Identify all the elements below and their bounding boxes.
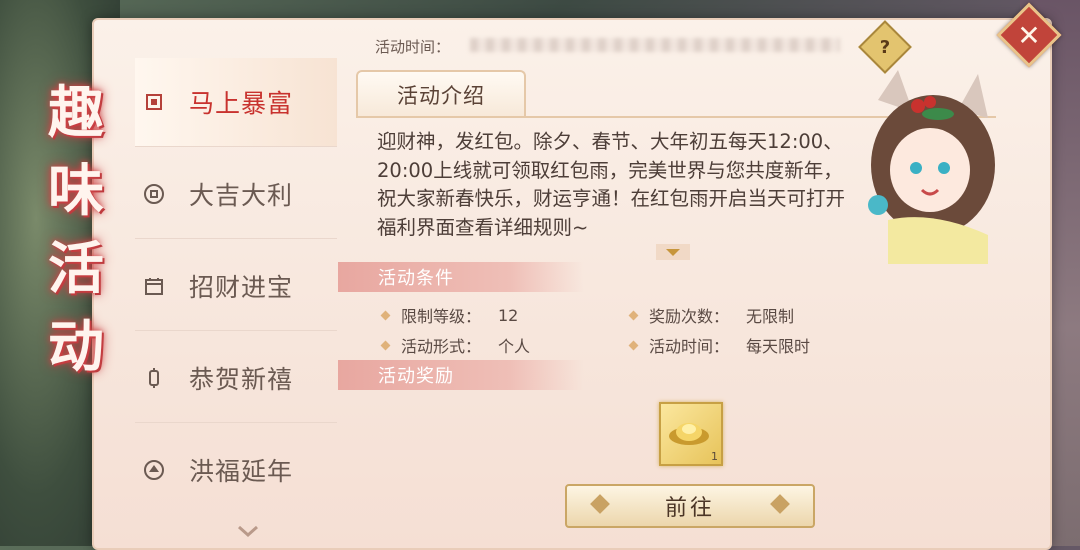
sidebar-item-mashangbaofu[interactable]: 马上暴富 — [135, 58, 337, 147]
sidebar-item-label: 马上暴富 — [189, 89, 294, 118]
activity-description: 迎财神，发红包。除夕、春节、大年初五每天12:00、20:00上线就可领取红包雨… — [377, 130, 846, 239]
medal-icon — [143, 459, 165, 481]
activity-time-label: 活动时间： — [375, 38, 451, 56]
title-char: 味 — [48, 158, 104, 224]
title-char: 动 — [48, 314, 104, 380]
condition-value: 12 — [498, 305, 519, 325]
mascot-character-illustration — [838, 70, 1048, 264]
condition-key: 限制等级： — [401, 307, 482, 326]
sidebar: 马上暴富 大吉大利 招财进宝 恭贺新禧 洪福延年 — [135, 58, 337, 528]
sidebar-item-label: 恭贺新禧 — [189, 365, 294, 394]
condition-level: 限制等级： 12 — [380, 303, 519, 327]
ornament-icon — [770, 494, 790, 514]
sidebar-item-gonghexinxi[interactable]: 恭贺新禧 — [135, 334, 337, 423]
chevron-down-icon[interactable] — [236, 522, 260, 543]
ornament-icon — [590, 494, 610, 514]
calendar-icon — [143, 275, 165, 297]
expand-arrow-icon[interactable] — [656, 244, 690, 260]
condition-time: 活动时间： 每天限时 — [628, 333, 811, 357]
condition-key: 活动时间： — [649, 337, 730, 356]
tab-activity-intro[interactable]: 活动介绍 — [356, 70, 526, 118]
condition-reward-count: 奖励次数： 无限制 — [628, 303, 795, 327]
frame-icon — [143, 91, 165, 113]
diamond-bullet-icon — [628, 340, 639, 350]
help-icon: ? — [879, 36, 891, 58]
sidebar-item-label: 大吉大利 — [189, 181, 294, 210]
gold-ingot-icon — [669, 423, 709, 445]
go-button-label: 前往 — [664, 496, 715, 521]
sidebar-item-dajidali[interactable]: 大吉大利 — [135, 150, 337, 239]
close-icon: ✕ — [1017, 18, 1041, 52]
sidebar-item-label: 洪福延年 — [189, 457, 294, 486]
diamond-bullet-icon — [628, 310, 639, 320]
condition-value: 无限制 — [746, 307, 795, 326]
sidebar-item-zhaocaijinbao[interactable]: 招财进宝 — [135, 242, 337, 331]
sidebar-item-hongfuyannian[interactable]: 洪福延年 — [135, 426, 337, 514]
sidebar-item-label: 招财进宝 — [189, 273, 294, 302]
page-title: 趣 味 活 动 — [36, 74, 116, 386]
go-button[interactable]: 前往 — [565, 484, 815, 528]
section-title: 活动条件 — [378, 268, 454, 289]
reward-item[interactable]: 1 — [659, 402, 723, 466]
title-char: 趣 — [48, 80, 104, 146]
diamond-bullet-icon — [380, 340, 391, 350]
activity-time-value-redacted — [470, 38, 840, 52]
conditions-header: 活动条件 — [338, 262, 584, 292]
condition-value: 个人 — [498, 337, 531, 356]
condition-key: 奖励次数： — [649, 307, 730, 326]
section-title: 活动奖励 — [378, 366, 454, 387]
rewards-header: 活动奖励 — [338, 360, 584, 390]
condition-value: 每天限时 — [746, 337, 811, 356]
coin-icon — [143, 183, 165, 205]
condition-format: 活动形式： 个人 — [380, 333, 531, 357]
title-char: 活 — [48, 236, 104, 302]
diamond-bullet-icon — [380, 310, 391, 320]
reward-quantity: 1 — [711, 450, 718, 463]
condition-key: 活动形式： — [401, 337, 482, 356]
tab-label: 活动介绍 — [397, 84, 485, 108]
lantern-icon — [143, 367, 165, 389]
